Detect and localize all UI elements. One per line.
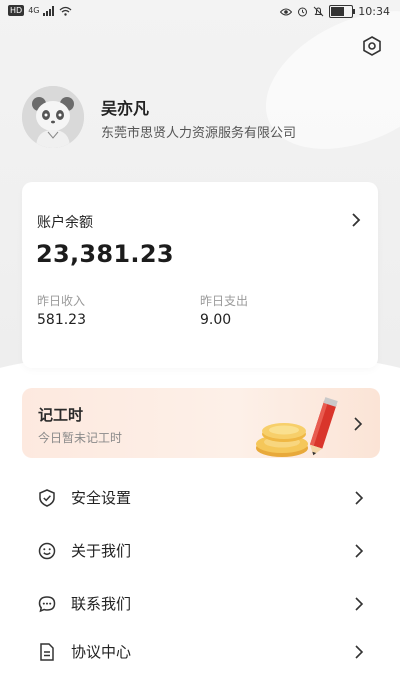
user-name: 吴亦凡 <box>101 99 150 118</box>
coin-pencil-illustration <box>256 397 338 457</box>
network-type: 4G <box>28 6 40 15</box>
menu-item-security[interactable]: 安全设置 <box>0 472 400 524</box>
settings-button[interactable] <box>360 34 384 58</box>
balance-amount: 23,381.23 <box>36 240 174 268</box>
yesterday-expense-label: 昨日支出 <box>200 294 249 308</box>
hexagon-settings-icon <box>363 36 381 56</box>
chevron-right-icon <box>354 417 363 431</box>
chevron-right-icon <box>355 645 364 659</box>
menu-item-about[interactable]: 关于我们 <box>0 525 400 577</box>
status-bar: HD 4G 10:34 <box>0 0 400 24</box>
menu-label: 关于我们 <box>71 542 132 560</box>
menu-label: 安全设置 <box>71 489 132 507</box>
record-hours-banner[interactable]: 记工时 今日暂未记工时 <box>22 388 380 458</box>
banner-title: 记工时 <box>38 406 84 424</box>
battery-icon <box>329 5 356 18</box>
signal-icon <box>43 5 55 16</box>
menu-label: 协议中心 <box>71 643 132 661</box>
balance-label: 账户余额 <box>37 215 93 231</box>
chevron-right-icon <box>355 491 364 505</box>
banner-subtitle: 今日暂未记工时 <box>38 431 123 445</box>
chevron-right-icon[interactable] <box>348 212 364 228</box>
document-icon <box>40 643 54 661</box>
company-name: 东莞市思贤人力资源服务有限公司 <box>101 126 297 141</box>
panda-avatar-icon <box>22 86 84 148</box>
chevron-right-icon <box>355 597 364 611</box>
yesterday-income-label: 昨日收入 <box>37 294 86 308</box>
chevron-right-icon <box>355 544 364 558</box>
yesterday-expense-value: 9.00 <box>200 312 232 328</box>
eye-icon <box>280 8 293 15</box>
wifi-icon <box>60 6 72 16</box>
mute-bell-icon <box>313 6 324 17</box>
avatar[interactable] <box>22 86 84 148</box>
menu-item-agreements[interactable]: 协议中心 <box>0 626 400 678</box>
alarm-icon <box>298 7 308 17</box>
chat-bubble-icon <box>38 596 56 613</box>
menu-item-contact[interactable]: 联系我们 <box>0 578 400 630</box>
hd-icon: HD <box>8 5 25 16</box>
smiley-icon <box>38 542 56 560</box>
menu-label: 联系我们 <box>71 595 132 613</box>
balance-card[interactable]: 账户余额 23,381.23 昨日收入 581.23 昨日支出 9.00 <box>22 182 378 368</box>
decorative-shape <box>244 0 400 177</box>
clock-text: 10:34 <box>358 5 390 18</box>
yesterday-income-value: 581.23 <box>37 312 86 328</box>
shield-check-icon <box>39 489 55 507</box>
